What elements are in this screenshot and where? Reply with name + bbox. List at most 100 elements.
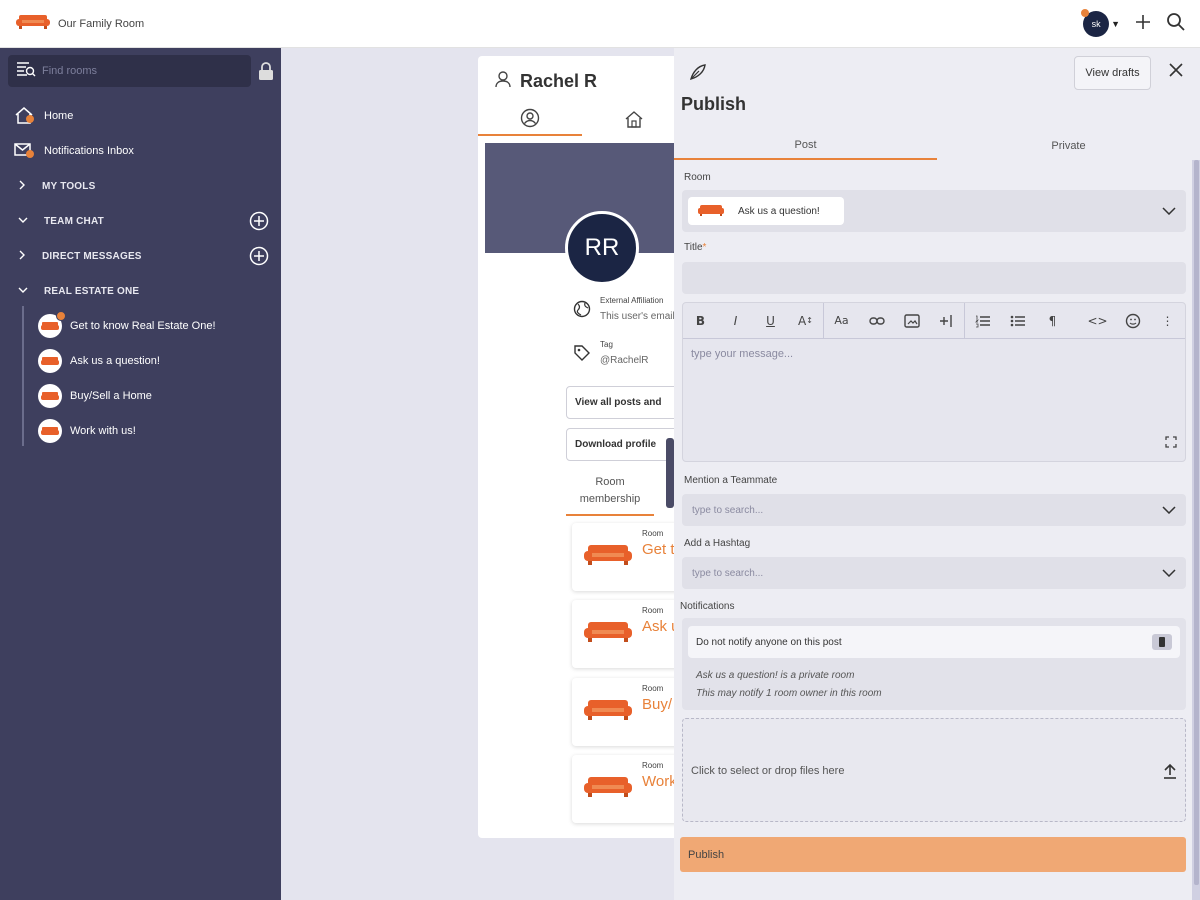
notify-toggle[interactable] bbox=[1152, 634, 1172, 650]
user-avatar[interactable]: sk bbox=[1081, 9, 1110, 37]
section-direct-messages[interactable]: DIRECT MESSAGES bbox=[18, 246, 273, 266]
room-search bbox=[8, 55, 251, 87]
tab-profile[interactable] bbox=[478, 106, 582, 136]
hashtag-select bbox=[682, 557, 1186, 589]
room-label: Room bbox=[684, 172, 711, 183]
more-options-icon[interactable]: ⋮ bbox=[1150, 303, 1185, 339]
numbered-list-icon[interactable] bbox=[965, 303, 1000, 339]
link-icon[interactable] bbox=[859, 303, 894, 339]
chevron-right-icon bbox=[18, 250, 26, 263]
notifications-box: Do not notify anyone on this post Ask us… bbox=[682, 618, 1186, 710]
notify-owner-note: This may notify 1 room owner in this roo… bbox=[696, 688, 882, 699]
room-sofa-icon bbox=[38, 349, 62, 373]
tab-private[interactable]: Private bbox=[937, 132, 1200, 160]
chevron-down-icon bbox=[18, 216, 28, 227]
hashtag-input[interactable] bbox=[682, 557, 1152, 589]
sidebar-room-item[interactable]: Ask us a question! bbox=[38, 349, 160, 373]
upload-icon bbox=[1163, 763, 1177, 784]
sidebar-room-item[interactable]: Buy/Sell a Home bbox=[38, 384, 152, 408]
room-card[interactable]: Room Ask u bbox=[572, 600, 683, 668]
sidebar-room-item[interactable]: Get to know Real Estate One! bbox=[38, 311, 216, 338]
chevron-down-icon[interactable] bbox=[1162, 501, 1176, 519]
room-label: Get to know Real Estate One! bbox=[70, 320, 216, 332]
title-input[interactable] bbox=[682, 262, 1186, 294]
sofa-icon bbox=[584, 775, 632, 802]
sofa-icon bbox=[584, 620, 632, 647]
room-search-input[interactable] bbox=[42, 65, 242, 77]
tab-post[interactable]: Post bbox=[674, 132, 937, 160]
room-card-label: Room bbox=[642, 606, 664, 615]
mention-input[interactable] bbox=[682, 494, 1152, 526]
profile-card: Rachel R RR External Affiliation This us… bbox=[478, 56, 683, 838]
room-card[interactable]: Room Get t bbox=[572, 523, 683, 591]
bold-icon[interactable]: B bbox=[683, 303, 718, 339]
feather-icon bbox=[688, 62, 708, 87]
home-icon bbox=[14, 106, 34, 127]
add-icon[interactable] bbox=[1134, 13, 1152, 36]
profile-header: Rachel R bbox=[494, 70, 597, 93]
bullet-list-icon[interactable] bbox=[1000, 303, 1035, 339]
message-textarea[interactable] bbox=[683, 340, 1185, 460]
room-card-name: Get t bbox=[642, 541, 675, 558]
code-icon[interactable]: <> bbox=[1080, 303, 1115, 339]
section-label: MY TOOLS bbox=[42, 180, 96, 192]
search-icon[interactable] bbox=[1166, 12, 1186, 37]
sidebar: Home Notifications Inbox MY TOOLS TEAM C… bbox=[0, 48, 281, 900]
home-icon bbox=[624, 110, 644, 133]
sidebar-item-home[interactable]: Home bbox=[14, 106, 73, 126]
view-posts-button[interactable]: View all posts and bbox=[566, 386, 683, 419]
add-circle-icon[interactable] bbox=[249, 246, 269, 269]
room-sofa-icon bbox=[38, 384, 62, 408]
sofa-icon bbox=[698, 204, 724, 219]
section-team-chat[interactable]: TEAM CHAT bbox=[18, 211, 273, 231]
sidebar-room-item[interactable]: Work with us! bbox=[38, 419, 136, 443]
paragraph-icon[interactable]: ¶ bbox=[1035, 303, 1070, 339]
file-dropzone[interactable]: Click to select or drop files here bbox=[682, 718, 1186, 822]
private-room-note: Ask us a question! is a private room bbox=[696, 670, 855, 681]
tag-icon bbox=[573, 344, 591, 367]
profile-scrollbar[interactable] bbox=[666, 438, 674, 508]
room-card[interactable]: Room Work bbox=[572, 755, 683, 823]
add-circle-icon[interactable] bbox=[249, 211, 269, 234]
notify-option[interactable]: Do not notify anyone on this post bbox=[688, 626, 1180, 658]
font-size-icon[interactable]: A ↕ bbox=[788, 303, 823, 339]
dropzone-text: Click to select or drop files here bbox=[691, 765, 845, 777]
expand-icon[interactable] bbox=[1165, 435, 1177, 453]
view-drafts-button[interactable]: View drafts bbox=[1074, 56, 1151, 90]
account-dropdown-icon[interactable]: ▼ bbox=[1111, 19, 1120, 29]
tab-home[interactable] bbox=[582, 106, 683, 136]
lock-icon[interactable] bbox=[258, 62, 274, 85]
globe-icon bbox=[573, 300, 591, 323]
text-style-icon[interactable]: Aa bbox=[824, 303, 859, 339]
section-my-tools[interactable]: MY TOOLS bbox=[18, 176, 273, 196]
brand[interactable]: Our Family Room bbox=[16, 13, 144, 34]
image-icon[interactable] bbox=[894, 303, 929, 339]
emoji-icon[interactable] bbox=[1115, 303, 1150, 339]
tab-room-membership[interactable]: Room membership bbox=[566, 474, 654, 516]
unread-badge bbox=[56, 311, 66, 321]
italic-icon[interactable]: I bbox=[718, 303, 753, 339]
user-circle-icon bbox=[520, 108, 540, 133]
editor-toolbar: B I U A ↕ Aa ¶ <> ⋮ bbox=[683, 302, 1185, 339]
section-label: REAL ESTATE ONE bbox=[44, 285, 140, 297]
notifications-label: Notifications Inbox bbox=[44, 145, 134, 157]
hashtag-label: Add a Hashtag bbox=[684, 538, 751, 549]
section-real-estate-one[interactable]: REAL ESTATE ONE bbox=[18, 281, 273, 301]
underline-icon[interactable]: U bbox=[753, 303, 788, 339]
room-card-label: Room bbox=[642, 761, 664, 770]
room-select[interactable]: Ask us a question! bbox=[682, 190, 1186, 232]
avatar-initials: sk bbox=[1091, 19, 1101, 29]
room-sofa-icon bbox=[38, 311, 66, 338]
insert-column-icon[interactable] bbox=[929, 303, 964, 339]
title-label-text: Title bbox=[684, 242, 703, 253]
chevron-down-icon[interactable] bbox=[1162, 564, 1176, 582]
close-icon[interactable] bbox=[1168, 62, 1184, 83]
room-label: Ask us a question! bbox=[70, 355, 160, 367]
sidebar-item-notifications[interactable]: Notifications Inbox bbox=[14, 141, 134, 161]
room-card-name: Work bbox=[642, 773, 677, 790]
sofa-icon bbox=[584, 543, 632, 570]
publish-button[interactable]: Publish bbox=[680, 837, 1186, 872]
panel-scrollbar-thumb[interactable] bbox=[1194, 160, 1199, 885]
room-card[interactable]: Room Buy/ bbox=[572, 678, 683, 746]
room-group-line bbox=[22, 306, 24, 446]
